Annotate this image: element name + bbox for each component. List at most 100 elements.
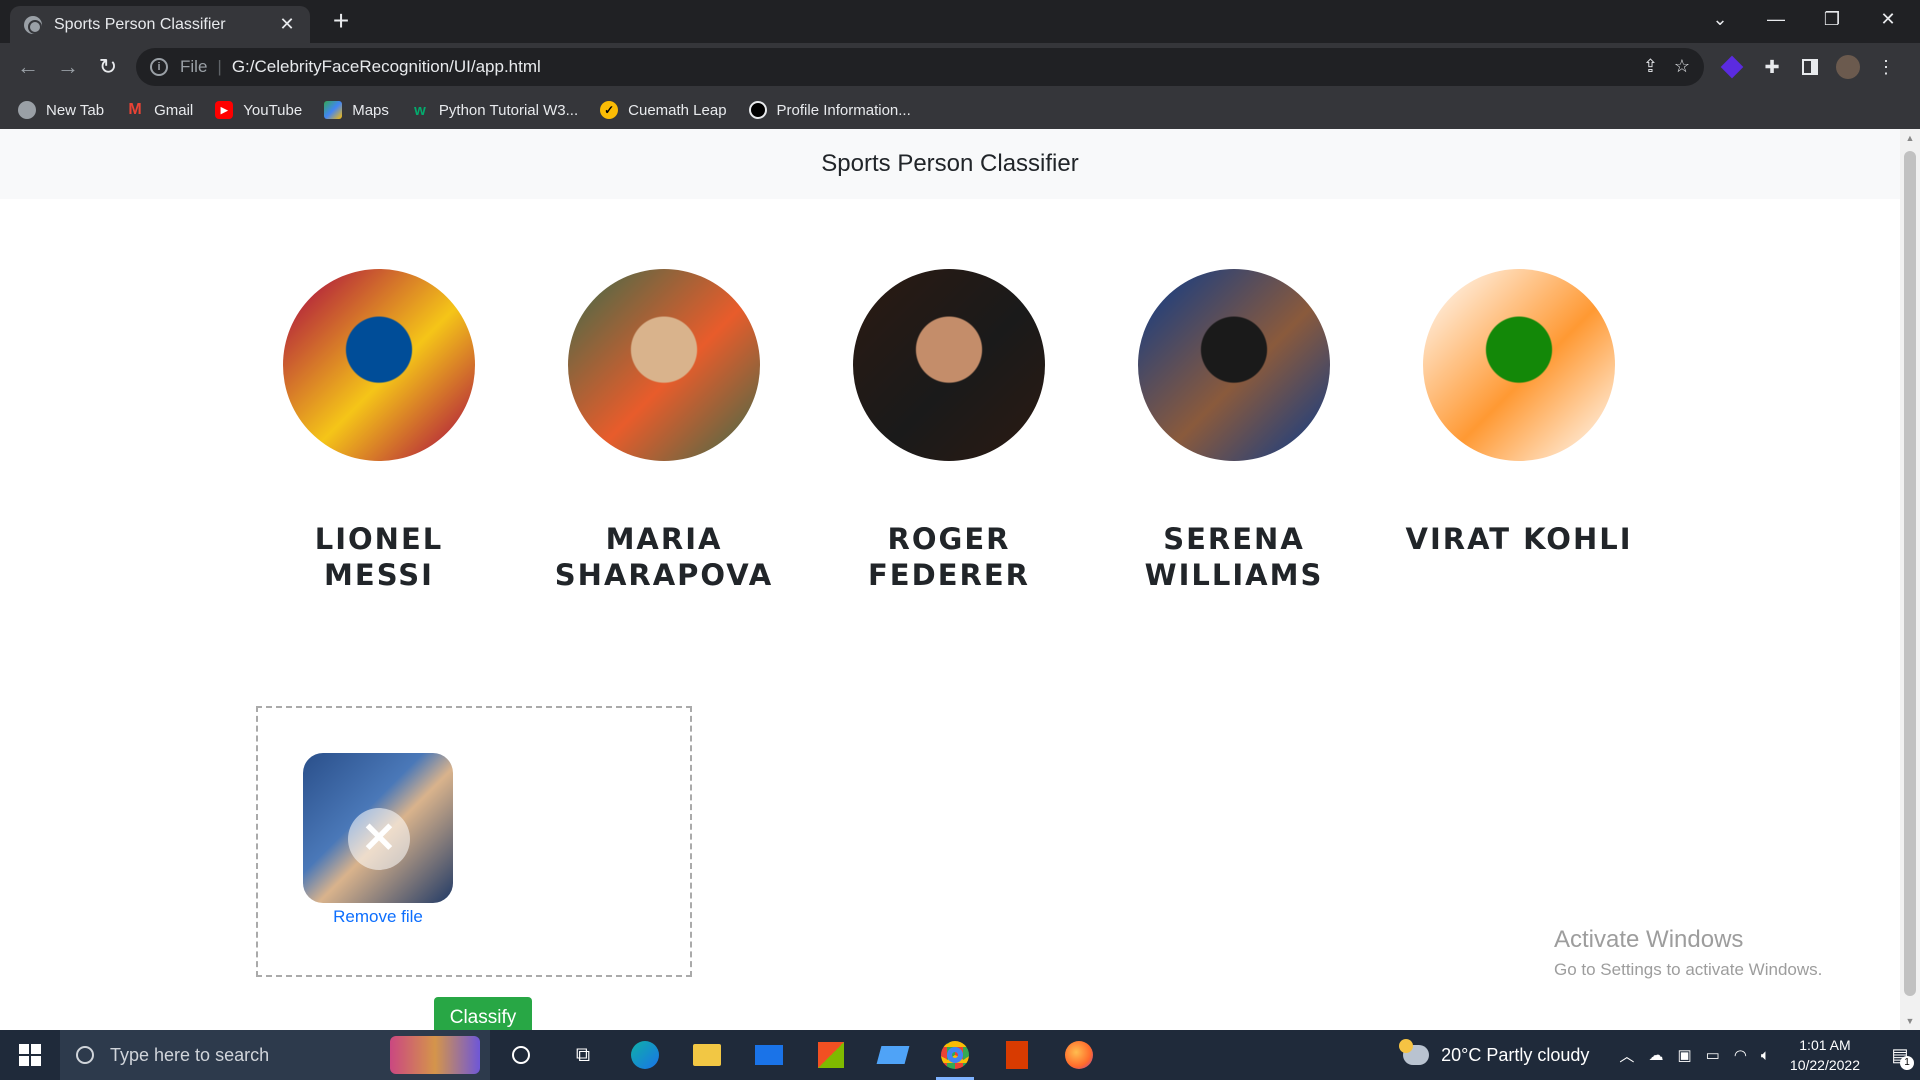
player-card-kohli[interactable]: VIRAT KOHLI bbox=[1404, 269, 1634, 557]
taskbar-search-box[interactable]: Type here to search bbox=[60, 1030, 490, 1080]
uploaded-image-thumbnail: ✕ bbox=[303, 753, 453, 903]
close-tab-icon[interactable]: ✕ bbox=[278, 14, 296, 35]
back-icon[interactable]: ← bbox=[12, 51, 44, 83]
cuemath-icon: ✓ bbox=[600, 101, 619, 119]
search-placeholder: Type here to search bbox=[110, 1044, 270, 1065]
new-tab-button[interactable]: + bbox=[325, 6, 357, 38]
wifi-icon[interactable]: ◠ bbox=[1734, 1046, 1747, 1064]
watermark-subtitle: Go to Settings to activate Windows. bbox=[1554, 960, 1823, 979]
player-card-federer[interactable]: ROGER FEDERER bbox=[834, 269, 1064, 593]
url-text: G:/CelebrityFaceRecognition/UI/app.html bbox=[231, 57, 541, 76]
firefox-icon[interactable] bbox=[1048, 1030, 1110, 1080]
cortana-icon[interactable] bbox=[490, 1030, 552, 1080]
bookmark-python-tutorial[interactable]: w Python Tutorial W3... bbox=[411, 101, 578, 119]
bookmark-profile-information[interactable]: Profile Information... bbox=[748, 101, 911, 119]
store-icon[interactable] bbox=[800, 1030, 862, 1080]
onedrive-icon[interactable]: ☁ bbox=[1648, 1046, 1663, 1064]
player-photo bbox=[283, 269, 475, 461]
bookmark-cuemath[interactable]: ✓ Cuemath Leap bbox=[600, 101, 727, 119]
file-dropzone[interactable]: ✕ Remove file bbox=[256, 706, 692, 977]
scrollbar-thumb[interactable] bbox=[1904, 151, 1916, 996]
forward-icon[interactable]: → bbox=[52, 51, 84, 83]
tab-title: Sports Person Classifier bbox=[54, 15, 226, 33]
player-photo bbox=[1138, 269, 1330, 461]
clock[interactable]: 1:01 AM 10/22/2022 bbox=[1790, 1035, 1860, 1075]
system-tray: 20°C Partly cloudy ︿ ☁ ▣ ▭ ◠ 🔈︎ 1:01 AM … bbox=[1399, 1030, 1920, 1080]
scroll-down-icon[interactable]: ▼ bbox=[1900, 1012, 1920, 1030]
extension-icon[interactable] bbox=[1718, 53, 1746, 81]
player-name: ROGER FEDERER bbox=[868, 522, 1030, 592]
url-scheme: File bbox=[180, 57, 208, 76]
w3schools-icon: w bbox=[414, 101, 426, 119]
restore-button[interactable]: ❐ bbox=[1804, 0, 1860, 38]
bookmark-label: Python Tutorial W3... bbox=[438, 101, 579, 119]
puzzle-icon[interactable]: ✚ bbox=[1758, 53, 1786, 81]
browser-tab[interactable]: Sports Person Classifier ✕ bbox=[10, 6, 310, 43]
task-view-icon[interactable]: ⧉ bbox=[552, 1030, 614, 1080]
file-explorer-icon[interactable] bbox=[676, 1030, 738, 1080]
player-photo bbox=[853, 269, 1045, 461]
player-photo bbox=[568, 269, 760, 461]
search-icon bbox=[76, 1046, 94, 1064]
edge-icon[interactable] bbox=[614, 1030, 676, 1080]
maps-icon bbox=[324, 101, 343, 119]
partly-cloudy-icon bbox=[1399, 1039, 1430, 1065]
gmail-icon: M bbox=[128, 101, 142, 118]
bookmark-label: Cuemath Leap bbox=[628, 101, 727, 119]
bookmark-label: Profile Information... bbox=[776, 101, 911, 119]
browser-tab-strip: Sports Person Classifier ✕ + ⌄ — ❐ ✕ bbox=[0, 0, 1920, 43]
player-name: SERENA WILLIAMS bbox=[1144, 522, 1324, 592]
chrome-icon[interactable] bbox=[924, 1030, 986, 1080]
reload-icon[interactable]: ↻ bbox=[92, 51, 124, 83]
weather-text: 20°C Partly cloudy bbox=[1441, 1044, 1590, 1065]
share-icon[interactable]: ⇪ bbox=[1643, 56, 1658, 77]
player-card-serena[interactable]: SERENA WILLIAMS bbox=[1119, 269, 1349, 593]
avatar[interactable] bbox=[1834, 53, 1862, 81]
bookmark-label: New Tab bbox=[46, 101, 105, 119]
mail-icon[interactable] bbox=[738, 1030, 800, 1080]
site-info-icon[interactable]: i bbox=[150, 58, 168, 76]
activate-windows-watermark: Activate Windows Go to Settings to activ… bbox=[1554, 926, 1822, 980]
bookmark-maps[interactable]: Maps bbox=[324, 101, 389, 119]
device-icon[interactable]: ▣ bbox=[1677, 1046, 1691, 1064]
bookmark-label: Maps bbox=[352, 101, 389, 119]
weather-widget[interactable]: 20°C Partly cloudy bbox=[1399, 1039, 1590, 1066]
bookmark-star-icon[interactable]: ☆ bbox=[1674, 56, 1690, 77]
player-name: LIONEL MESSI bbox=[314, 522, 444, 592]
windows-logo-icon bbox=[19, 1044, 41, 1066]
notification-center-icon[interactable]: ▤ 1 bbox=[1880, 1030, 1920, 1080]
bookmark-gmail[interactable]: M Gmail bbox=[126, 101, 193, 119]
tab-search-icon[interactable]: ⌄ bbox=[1692, 0, 1748, 38]
chevron-up-icon[interactable]: ︿ bbox=[1619, 1045, 1634, 1066]
player-name: VIRAT KOHLI bbox=[1405, 522, 1633, 556]
minimize-button[interactable]: — bbox=[1748, 0, 1804, 38]
error-mark-icon: ✕ bbox=[348, 808, 410, 870]
watermark-title: Activate Windows bbox=[1554, 926, 1744, 953]
page-title: Sports Person Classifier bbox=[0, 129, 1900, 199]
address-bar[interactable]: i File | G:/CelebrityFaceRecognition/UI/… bbox=[136, 48, 1704, 86]
bookmarks-bar: New Tab M Gmail ▶ YouTube Maps w Python … bbox=[0, 91, 1920, 129]
bookmark-youtube[interactable]: ▶ YouTube bbox=[215, 101, 302, 119]
url-separator: | bbox=[217, 57, 222, 76]
bookmark-label: YouTube bbox=[243, 101, 303, 119]
office-icon[interactable] bbox=[986, 1030, 1048, 1080]
close-window-button[interactable]: ✕ bbox=[1860, 0, 1916, 38]
side-panel-icon[interactable] bbox=[1796, 53, 1824, 81]
player-card-sharapova[interactable]: MARIA SHARAPOVA bbox=[549, 269, 779, 593]
volume-icon[interactable]: 🔈︎ bbox=[1761, 1047, 1770, 1064]
laptop-icon[interactable] bbox=[862, 1030, 924, 1080]
page-scrollbar[interactable]: ▲ ▼ bbox=[1900, 129, 1920, 1030]
start-button[interactable] bbox=[0, 1030, 60, 1080]
scroll-up-icon[interactable]: ▲ bbox=[1900, 129, 1920, 147]
globe-icon bbox=[24, 15, 42, 34]
remove-file-link[interactable]: Remove file bbox=[303, 907, 453, 927]
browser-toolbar: ← → ↻ i File | G:/CelebrityFaceRecogniti… bbox=[0, 43, 1920, 91]
notification-badge: 1 bbox=[1900, 1056, 1914, 1070]
windows-taskbar: Type here to search ⧉ 20°C Partly cloudy… bbox=[0, 1030, 1920, 1080]
bookmark-new-tab[interactable]: New Tab bbox=[18, 101, 104, 119]
battery-icon[interactable]: ▭ bbox=[1706, 1046, 1720, 1064]
player-card-messi[interactable]: LIONEL MESSI bbox=[264, 269, 494, 593]
profile-circle-icon bbox=[748, 101, 767, 119]
search-highlight-icon bbox=[390, 1036, 480, 1074]
menu-icon[interactable]: ⋮ bbox=[1872, 53, 1900, 81]
